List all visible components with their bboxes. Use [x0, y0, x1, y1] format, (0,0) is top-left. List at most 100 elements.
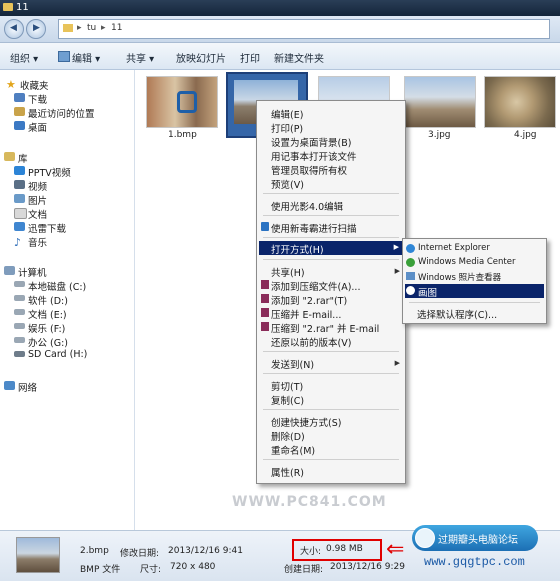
menu-item-open-with-highlight[interactable]: 打开方式(H) ▶ [259, 241, 403, 256]
detail-size-label: 大小: [300, 547, 322, 557]
menu-item-restore-versions[interactable]: 还原以前的版本(V) [271, 335, 351, 349]
documents-icon [14, 208, 27, 219]
winrar-icon [261, 308, 269, 317]
annotation-arrow-icon: ⇐ [386, 537, 405, 562]
file-thumbnail-4[interactable] [404, 76, 476, 128]
pictures-icon [14, 194, 25, 203]
watermark-text: WWW.PC841.COM [232, 494, 387, 510]
menu-item-add-to-rar[interactable]: 添加到 "2.rar"(T) [271, 293, 347, 307]
submenu-arrow-icon: ▶ [394, 267, 400, 275]
menu-item-cut[interactable]: 剪切(T) [271, 379, 303, 393]
slideshow-button[interactable]: 放映幻灯片 [176, 50, 226, 65]
back-button[interactable]: ◀ [4, 19, 24, 39]
detail-size-value: 0.98 MB [326, 544, 363, 554]
menu-item-delete[interactable]: 删除(D) [271, 429, 305, 443]
share-button[interactable]: 共享 ▾ [126, 50, 154, 65]
network-icon [4, 381, 15, 390]
sd-card-icon [14, 351, 25, 357]
music-icon: ♪ [14, 236, 22, 249]
computer-icon [4, 266, 15, 275]
nav-drive-e[interactable]: 文档 (E:) [28, 307, 67, 321]
nav-xunlei[interactable]: 迅雷下载 [28, 221, 66, 235]
edit-button[interactable]: 编辑 ▾ [72, 50, 100, 65]
winrar-icon [261, 322, 269, 331]
menu-separator [409, 302, 540, 303]
nav-drive-d[interactable]: 软件 (D:) [28, 293, 68, 307]
address-bar-row: ◀ ▶ ▸ tu ▸ 11 [0, 16, 560, 43]
menu-item-copy[interactable]: 复制(C) [271, 393, 304, 407]
nav-recent[interactable]: 最近访问的位置 [28, 106, 95, 120]
selected-file-thumbnail [16, 537, 60, 573]
lock-icon [177, 91, 197, 113]
details-pane: 2.bmp BMP 文件 修改日期: 2013/12/16 9:41 尺寸: 7… [0, 525, 560, 581]
forum-badge: 过期瓣头电脑论坛 [412, 525, 538, 551]
nav-network[interactable]: 网络 [18, 380, 37, 394]
detail-dims-value: 720 x 480 [170, 562, 216, 572]
nav-computer[interactable]: 计算机 [18, 265, 47, 279]
site-watermark: www.gqgtpc.com [424, 555, 525, 569]
nav-downloads[interactable]: 下载 [28, 92, 47, 106]
submenu-arrow-icon: ▶ [393, 243, 399, 251]
forward-button[interactable]: ▶ [26, 19, 46, 39]
menu-item-print[interactable]: 打印(P) [271, 121, 303, 135]
detail-filename: 2.bmp [80, 546, 109, 556]
file-thumbnail-5[interactable] [484, 76, 556, 128]
drive-icon [14, 337, 25, 343]
submenu-item-photo-viewer[interactable]: Windows 照片查看器 [418, 271, 501, 283]
nav-libraries[interactable]: 库 [18, 151, 28, 165]
file-name: 3.jpg [428, 130, 451, 140]
detail-created-value: 2013/12/16 9:29 [330, 562, 405, 572]
download-folder-icon [14, 93, 25, 102]
nav-pictures[interactable]: 图片 [28, 193, 47, 207]
menu-item-compress-rar-email[interactable]: 压缩到 "2.rar" 并 E-mail [271, 321, 379, 335]
menu-item-share[interactable]: 共享(H) [271, 265, 305, 279]
forum-logo-icon [415, 528, 435, 548]
detail-modified-value: 2013/12/16 9:41 [168, 546, 243, 556]
nav-drive-h[interactable]: SD Card (H:) [28, 349, 87, 360]
file-name: 1.bmp [168, 130, 197, 140]
menu-item-preview[interactable]: 预览(V) [271, 177, 304, 191]
navigation-pane: ★ 收藏夹 下载 最近访问的位置 桌面 库 PPTV视频 视频 图片 文档 迅雷… [0, 70, 135, 530]
menu-item-add-archive[interactable]: 添加到压缩文件(A)... [271, 279, 360, 293]
submenu-item-media-center[interactable]: Windows Media Center [418, 257, 515, 267]
menu-item-create-shortcut[interactable]: 创建快捷方式(S) [271, 415, 341, 429]
menu-item-take-ownership[interactable]: 管理员取得所有权 [271, 163, 347, 177]
menu-item-scan-duba[interactable]: 使用新毒霸进行扫描 [271, 221, 357, 235]
nav-documents[interactable]: 文档 [28, 207, 47, 221]
nav-music[interactable]: 音乐 [28, 235, 47, 249]
menu-item-send-to[interactable]: 发送到(N) [271, 357, 314, 371]
submenu-item-choose-default[interactable]: 选择默认程序(C)... [417, 307, 497, 321]
detail-filetype: BMP 文件 [80, 565, 121, 575]
submenu-item-paint-highlight[interactable]: 画图 [405, 284, 544, 299]
organize-button[interactable]: 组织 ▾ [10, 50, 38, 65]
nav-pptv[interactable]: PPTV视频 [28, 165, 71, 179]
nav-videos[interactable]: 视频 [28, 179, 47, 193]
menu-item-set-wallpaper[interactable]: 设置为桌面背景(B) [271, 135, 351, 149]
breadcrumb-11[interactable]: 11 [111, 23, 122, 33]
menu-item-open-notepad[interactable]: 用记事本打开该文件 [271, 149, 357, 163]
new-folder-button[interactable]: 新建文件夹 [274, 50, 324, 65]
nav-drive-c[interactable]: 本地磁盘 (C:) [28, 279, 86, 293]
menu-item-edit[interactable]: 编辑(E) [271, 107, 303, 121]
menu-separator [263, 373, 399, 374]
detail-modified-label: 修改日期: [120, 549, 160, 559]
menu-item-properties[interactable]: 属性(R) [271, 465, 304, 479]
nav-favorites[interactable]: 收藏夹 [20, 78, 49, 92]
drive-icon [14, 309, 25, 315]
menu-item-compress-email[interactable]: 压缩并 E-mail... [271, 307, 341, 321]
print-button[interactable]: 打印 [240, 50, 260, 65]
breadcrumb-tu[interactable]: tu [87, 23, 96, 33]
menu-item-rename[interactable]: 重命名(M) [271, 443, 315, 457]
nav-desktop[interactable]: 桌面 [28, 120, 47, 134]
library-icon [4, 152, 15, 161]
submenu-item-paint: 画图 [418, 288, 438, 299]
nav-drive-g[interactable]: 办公 (G:) [28, 335, 68, 349]
nav-drive-f[interactable]: 娱乐 (F:) [28, 321, 65, 335]
file-thumbnail-1[interactable] [146, 76, 218, 128]
menu-item-edit-with-guangying[interactable]: 使用光影4.0编辑 [271, 199, 343, 213]
title-bar: 11 [0, 0, 560, 16]
submenu-item-ie[interactable]: Internet Explorer [418, 243, 490, 253]
videos-icon [14, 180, 25, 189]
address-bar[interactable]: ▸ tu ▸ 11 [58, 19, 550, 39]
folder-icon [3, 3, 13, 11]
